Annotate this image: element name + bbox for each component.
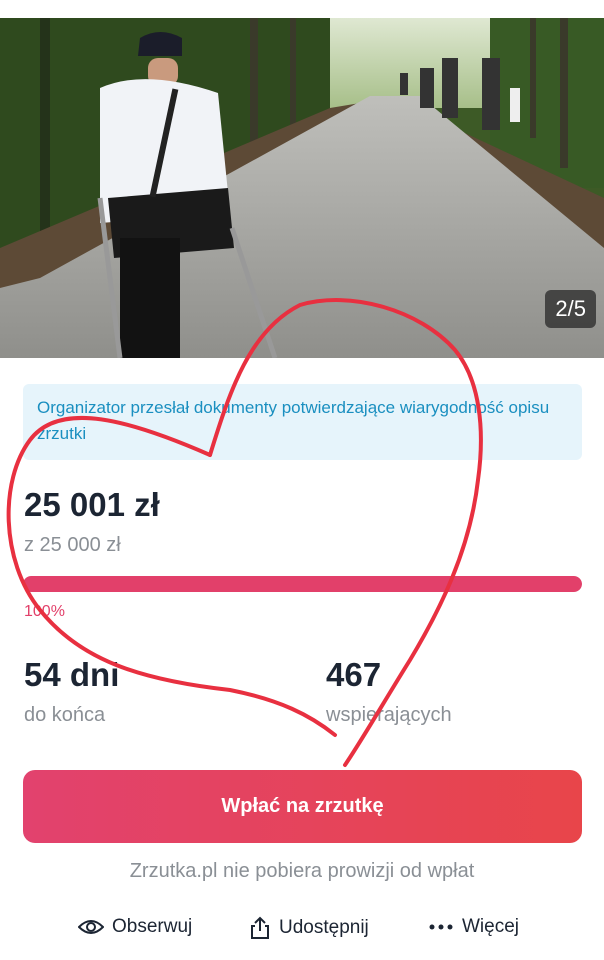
- raised-amount: 25 001 zł: [24, 486, 160, 523]
- gallery-counter: 2/5: [545, 290, 596, 328]
- progress-percent: 100%: [24, 603, 65, 620]
- verification-notice: Organizator przesłał dokumenty potwierdz…: [23, 384, 582, 460]
- action-bar: Obserwuj Udostępnij Więcej: [0, 916, 604, 950]
- follow-action[interactable]: Obserwuj: [78, 916, 192, 938]
- progress-bar-fill: [23, 576, 582, 592]
- photo-illustration: [0, 18, 604, 358]
- follow-label: Obserwuj: [112, 916, 193, 937]
- eye-icon: [78, 920, 104, 934]
- share-icon: [251, 916, 269, 939]
- progress-bar: [23, 576, 582, 592]
- more-label: Więcej: [462, 916, 520, 937]
- fee-note: Zrzutka.pl nie pobiera prowizji od wpłat: [129, 860, 475, 882]
- share-action[interactable]: Udostępnij: [249, 916, 369, 940]
- days-remaining-value: 54 dni: [24, 656, 120, 693]
- more-dots-icon: [429, 924, 453, 930]
- campaign-photo[interactable]: [0, 18, 604, 358]
- verification-notice-text: Organizator przesłał dokumenty potwierdz…: [37, 398, 550, 443]
- goal-amount: z 25 000 zł: [24, 534, 121, 556]
- supporters-count: 467: [326, 656, 382, 693]
- share-label: Udostępnij: [279, 917, 369, 938]
- donate-button[interactable]: Wpłać na zrzutkę: [23, 770, 582, 843]
- more-action[interactable]: Więcej: [428, 916, 519, 938]
- days-remaining-label: do końca: [24, 704, 106, 726]
- supporters-label: wspierających: [326, 704, 452, 726]
